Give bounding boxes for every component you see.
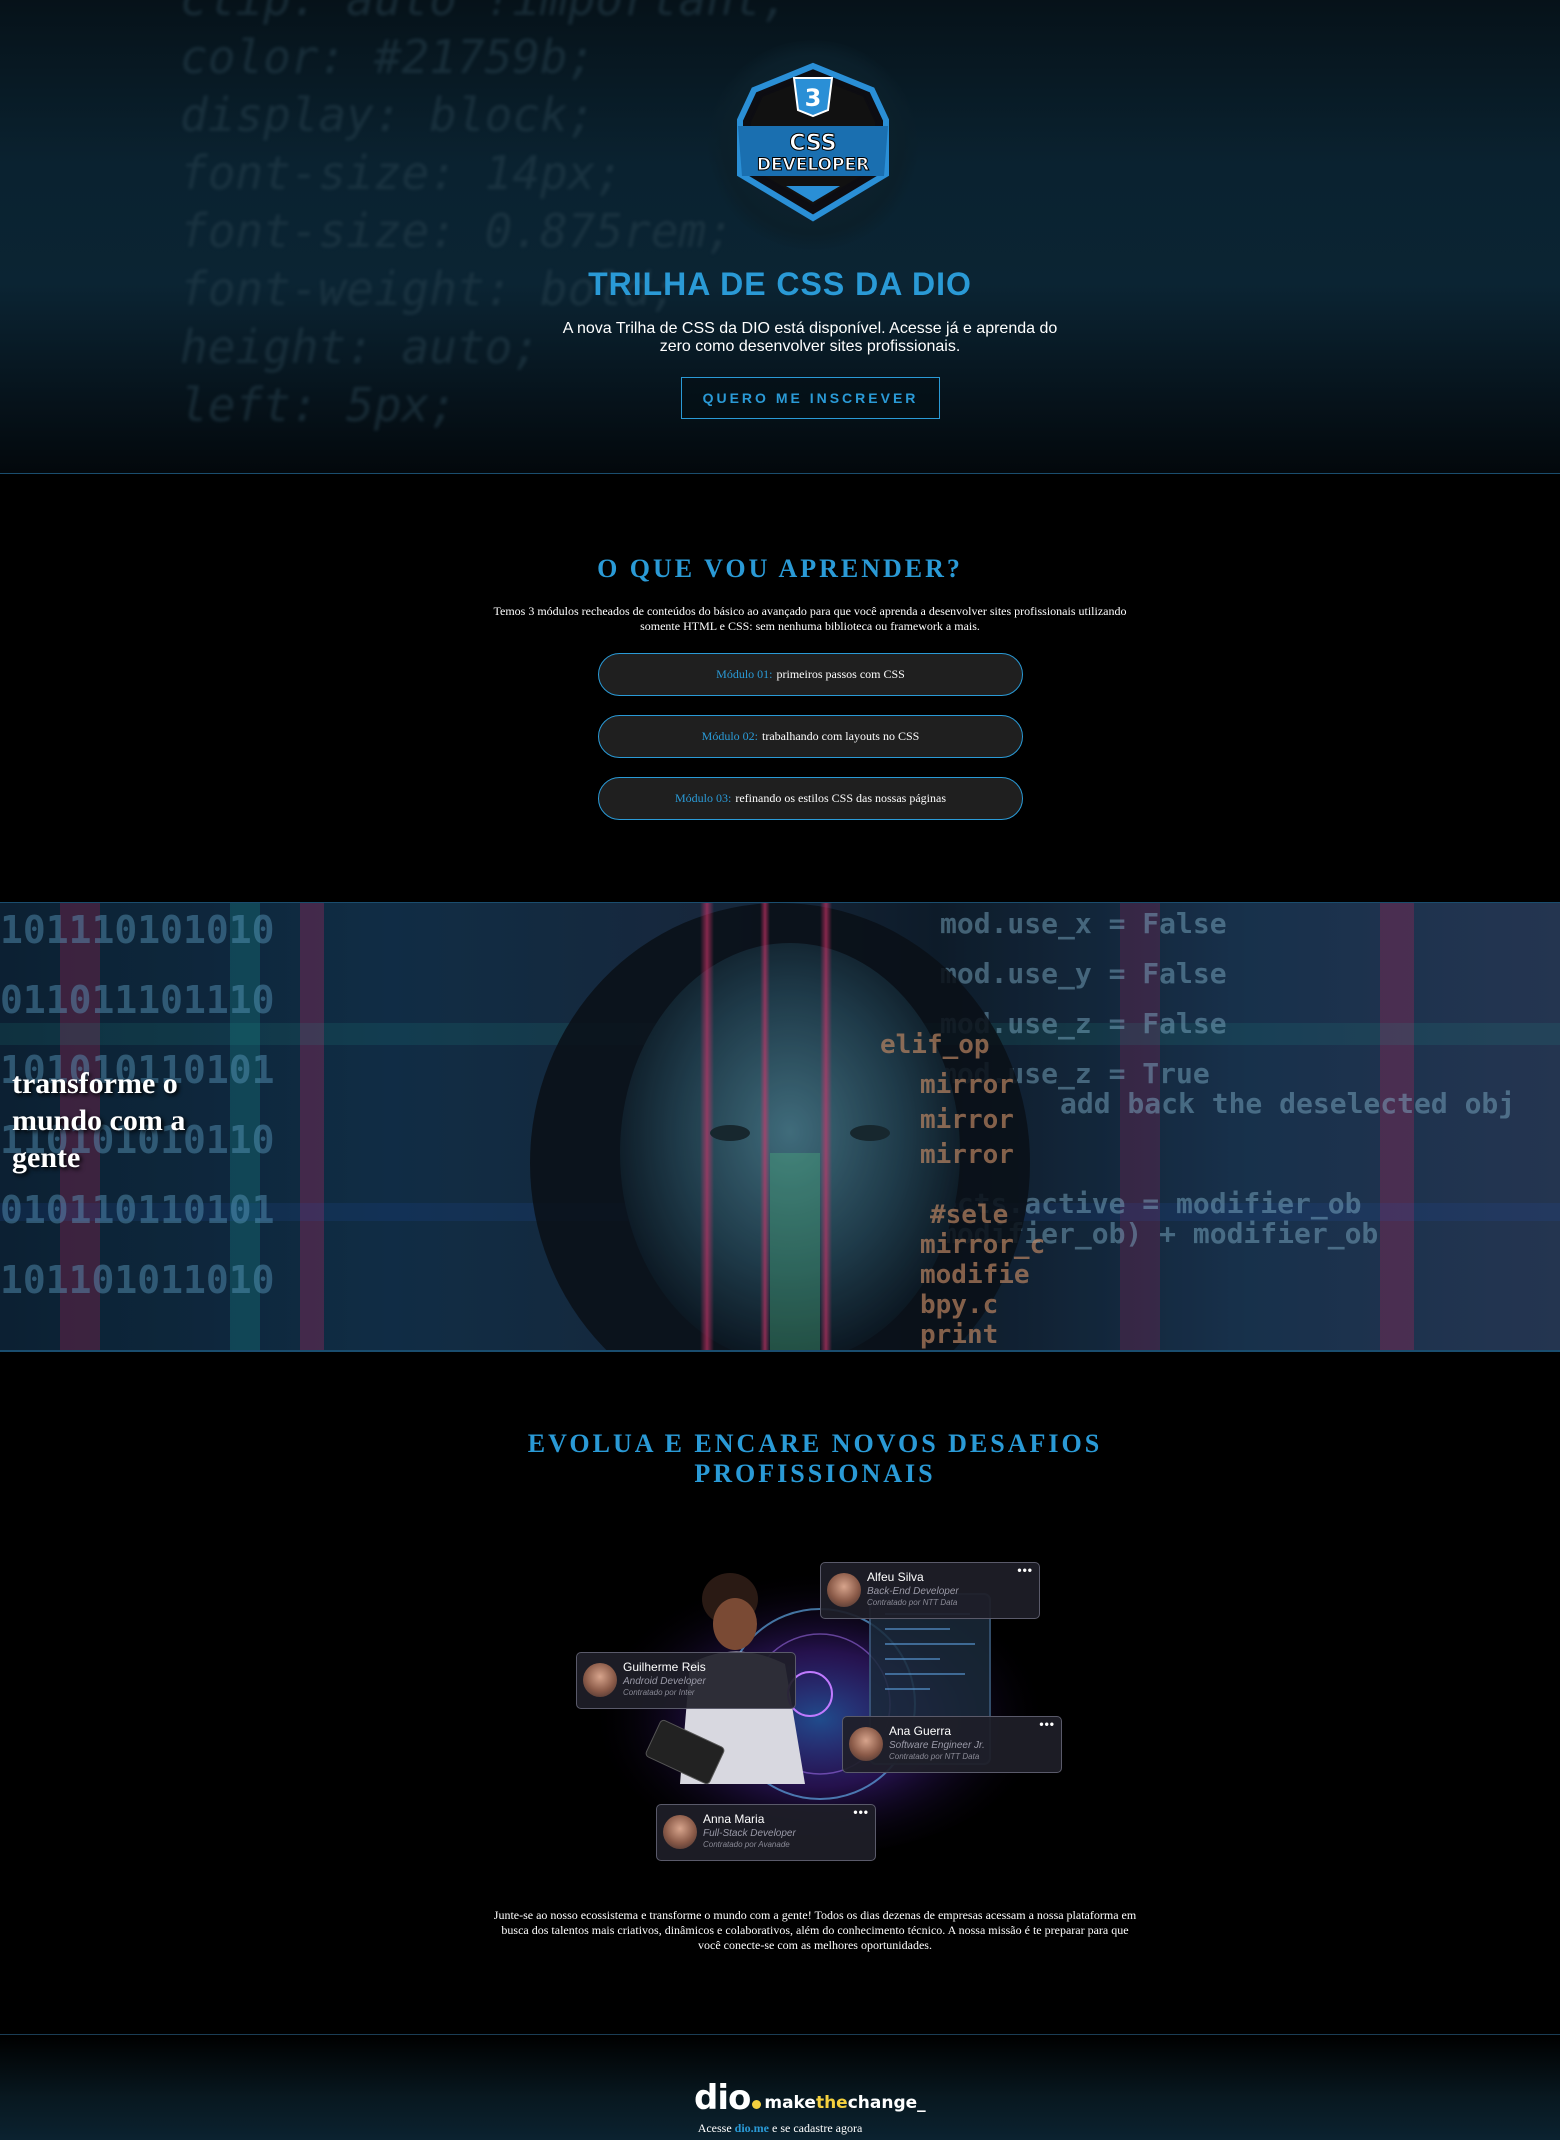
footer: dio makethechange_ Acesse dio.me e se ca… — [0, 2034, 1560, 2140]
module-label: Módulo 02: — [701, 729, 758, 743]
banner-slogan: transforme o mundo com a gente — [12, 1067, 186, 1174]
talent-card-alfeu[interactable]: ••• Alfeu Silva Back-End Developer Contr… — [820, 1562, 1040, 1619]
talent-hired-by: Contratado por Inter — [623, 1688, 695, 1697]
footer-text: Acesse dio.me e se cadastre agora — [0, 2121, 1560, 2136]
learn-description: Temos 3 módulos recheados de conteúdos d… — [493, 604, 1127, 633]
logo-tagline: makethechange_ — [764, 2093, 925, 2113]
banner-section: 101110101010 011011101110 101010110101 1… — [0, 902, 1560, 1352]
footer-text-before: Acesse — [697, 2121, 732, 2135]
avatar — [583, 1663, 617, 1697]
logo-dot-icon — [752, 2100, 762, 2109]
more-options-icon[interactable]: ••• — [1017, 1563, 1033, 1577]
module-label: Módulo 03: — [675, 791, 732, 805]
avatar — [827, 1573, 861, 1607]
talent-name: Ana Guerra — [889, 1724, 952, 1738]
dio-logo[interactable]: dio makethechange_ — [694, 2078, 926, 2118]
talent-card-ana[interactable]: ••• Ana Guerra Software Engineer Jr. Con… — [842, 1716, 1062, 1773]
logo-the: the — [815, 2093, 848, 2113]
talent-hired-by: Contratado por NTT Data — [867, 1598, 958, 1607]
hero-section: clip: auto !important; color: #21759b; d… — [0, 0, 1560, 474]
talent-name: Alfeu Silva — [867, 1570, 924, 1584]
logo-make: make — [764, 2093, 816, 2113]
module-text: primeiros passos com CSS — [776, 667, 905, 681]
css-developer-badge: 3 CSS DEVELOPER — [708, 40, 918, 250]
talents-illustration: ••• Alfeu Silva Back-End Developer Contr… — [570, 1554, 1070, 1861]
module-text: refinando os estilos CSS das nossas pági… — [735, 791, 946, 805]
learn-section-title: O QUE VOU APRENDER? — [597, 554, 963, 583]
subscribe-button[interactable]: QUERO ME INSCREVER — [681, 377, 940, 419]
more-options-icon[interactable]: ••• — [853, 1805, 869, 1819]
more-options-icon[interactable]: ••• — [1039, 1717, 1055, 1731]
talent-role: Back-End Developer — [867, 1586, 959, 1597]
evolve-description: Junte-se ao nosso ecossistema e transfor… — [493, 1908, 1137, 1952]
talent-hired-by: Contratado por NTT Data — [889, 1752, 980, 1761]
talent-card-guilherme[interactable]: Guilherme Reis Android Developer Contrat… — [576, 1652, 796, 1709]
code-background-decoration: clip: auto !important; color: #21759b; d… — [180, 0, 789, 432]
talent-name: Anna Maria — [703, 1812, 765, 1826]
avatar — [663, 1815, 697, 1849]
hero-subtitle: A nova Trilha de CSS da DIO está disponí… — [562, 320, 1058, 355]
evolve-section-title: EVOLUA E ENCARE NOVOS DESAFIOS PROFISSIO… — [527, 1429, 1103, 1488]
banner-image: 101110101010 011011101110 101010110101 1… — [0, 903, 1560, 1350]
dio-link[interactable]: dio.me — [735, 2121, 769, 2135]
talent-role: Full-Stack Developer — [703, 1828, 796, 1839]
svg-text:CSS: CSS — [789, 131, 836, 156]
logo-change: change_ — [847, 2093, 926, 2113]
svg-text:DEVELOPER: DEVELOPER — [757, 155, 869, 175]
footer-text-after: e se cadastre agora — [772, 2121, 863, 2135]
svg-text:3: 3 — [805, 84, 822, 112]
css-badge-icon: 3 CSS DEVELOPER — [737, 62, 889, 222]
talent-hired-by: Contratado por Avanade — [703, 1840, 790, 1849]
module-02-item[interactable]: Módulo 02: trabalhando com layouts no CS… — [598, 715, 1023, 758]
talent-role: Android Developer — [623, 1676, 706, 1687]
hero-title: TRILHA DE CSS DA DIO — [588, 266, 972, 302]
module-01-item[interactable]: Módulo 01: primeiros passos com CSS — [598, 653, 1023, 696]
module-03-item[interactable]: Módulo 03: refinando os estilos CSS das … — [598, 777, 1023, 820]
talent-role: Software Engineer Jr. — [889, 1740, 985, 1751]
module-label: Módulo 01: — [716, 667, 773, 681]
module-text: trabalhando com layouts no CSS — [762, 729, 920, 743]
talent-card-anna[interactable]: ••• Anna Maria Full-Stack Developer Cont… — [656, 1804, 876, 1861]
avatar — [849, 1727, 883, 1761]
talent-name: Guilherme Reis — [623, 1660, 706, 1674]
logo-dio-text: dio — [694, 2078, 751, 2118]
